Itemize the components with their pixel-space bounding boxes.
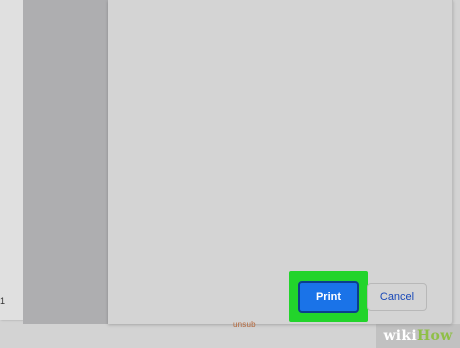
watermark-how-text: How [417, 328, 453, 344]
print-preview-area [23, 0, 108, 324]
wikihow-watermark: wiki How [376, 324, 460, 348]
cancel-button[interactable]: Cancel [367, 283, 427, 311]
page-fragment-text: 1 [0, 296, 6, 306]
print-settings-panel [108, 0, 453, 324]
print-preview-page: 1 [0, 0, 23, 320]
watermark-wiki-text: wiki [383, 328, 418, 344]
footer-fragment-text: unsub [233, 320, 256, 329]
print-button[interactable]: Print [298, 281, 359, 313]
